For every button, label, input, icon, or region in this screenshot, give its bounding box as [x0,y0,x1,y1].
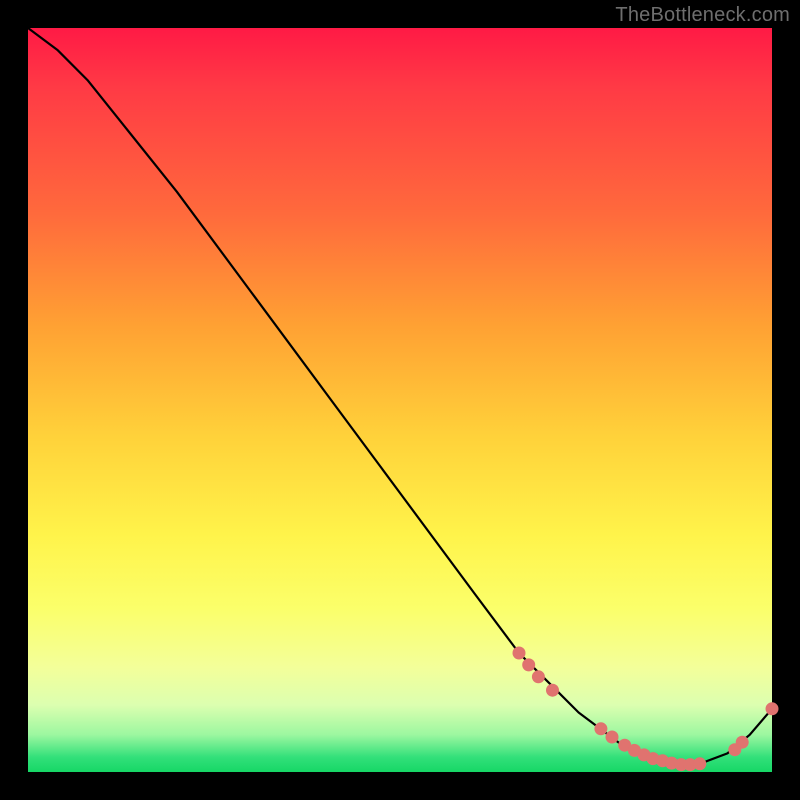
chart-svg [28,28,772,772]
chart-frame: TheBottleneck.com [0,0,800,800]
data-marker [736,736,749,749]
data-marker [766,702,779,715]
data-marker [513,647,526,660]
data-marker [546,684,559,697]
watermark-text: TheBottleneck.com [615,4,790,27]
data-marker [693,757,706,770]
plot-area [28,28,772,772]
data-marker [532,670,545,683]
data-marker [606,731,619,744]
data-marker [594,722,607,735]
bottleneck-curve [28,28,772,765]
marker-group [513,647,779,772]
data-marker [522,658,535,671]
